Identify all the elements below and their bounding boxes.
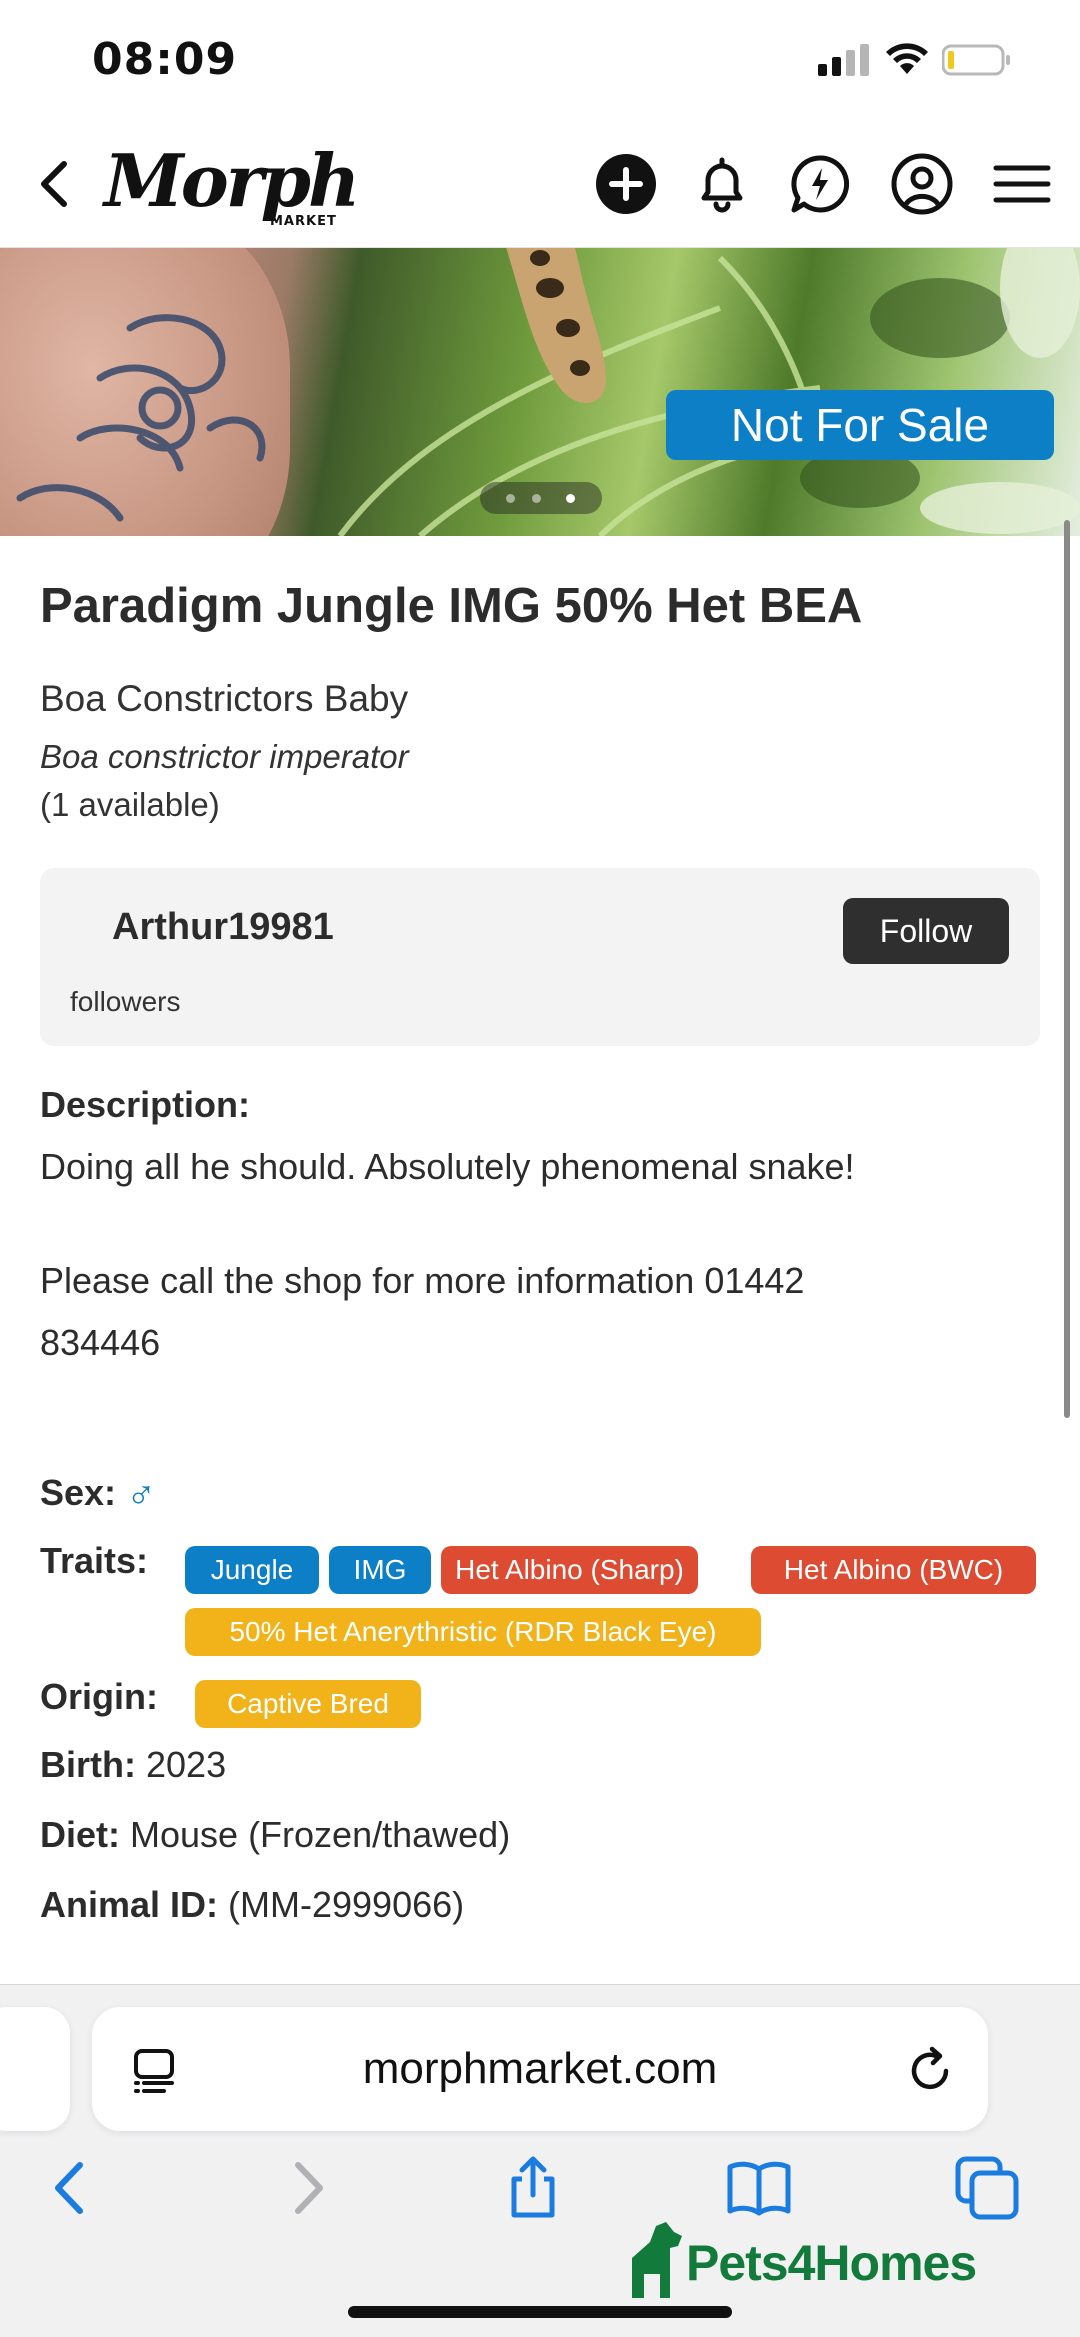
trait-tag[interactable]: Het Albino (Sharp) (441, 1546, 698, 1594)
diet-value: Mouse (Frozen/thawed) (130, 1814, 511, 1855)
listing-image-carousel[interactable]: Not For Sale (0, 248, 1080, 536)
morphmarket-logo[interactable]: Morph MARKET (104, 134, 360, 234)
birth-row: Birth: 2023 (40, 1744, 226, 1786)
pets4homes-logo-icon (632, 2222, 682, 2298)
traits-label-row: Traits: (40, 1540, 148, 1582)
diet-row: Diet: Mouse (Frozen/thawed) (40, 1814, 510, 1856)
carousel-dot[interactable] (506, 494, 515, 503)
status-time: 08:09 (92, 34, 238, 85)
description-line: Please call the shop for more informatio… (40, 1260, 805, 1301)
sex-label: Sex: (40, 1472, 117, 1513)
page-scrollbar[interactable] (1064, 520, 1070, 1418)
address-bar[interactable]: morphmarket.com (92, 2007, 988, 2131)
trait-tag[interactable]: Jungle (185, 1546, 319, 1594)
wifi-icon (886, 43, 928, 74)
browser-forward-icon[interactable] (274, 2155, 340, 2221)
hero-tattoo-illustration (16, 314, 266, 522)
description-label: Description: (40, 1084, 251, 1125)
not-for-sale-badge: Not For Sale (666, 390, 1054, 460)
animal-id-row: Animal ID: (MM-2999066) (40, 1884, 464, 1926)
add-listing-icon[interactable] (594, 152, 658, 216)
home-indicator[interactable] (348, 2306, 732, 2318)
follow-button[interactable]: Follow (843, 898, 1009, 964)
sex-row: Sex: ♂ (40, 1472, 156, 1517)
pets4homes-watermark: Pets4Homes (626, 2222, 1026, 2302)
description-phone[interactable]: 834446 (40, 1322, 160, 1364)
url-text[interactable]: morphmarket.com (92, 2007, 988, 2131)
status-bar: 08:09 (0, 0, 1080, 120)
diet-label: Diet: (40, 1814, 120, 1855)
back-arrow-icon[interactable] (30, 154, 80, 214)
reload-icon[interactable] (906, 2045, 958, 2097)
tabs-icon[interactable] (954, 2155, 1020, 2221)
cellular-signal-icon (818, 44, 869, 76)
bookmarks-icon[interactable] (726, 2155, 792, 2221)
logo-text: Morph (104, 138, 360, 223)
traits-label: Traits: (40, 1540, 149, 1581)
browser-back-icon[interactable] (38, 2155, 104, 2221)
seller-card: Arthur19981 followers Follow (40, 868, 1040, 1046)
hamburger-menu-icon[interactable] (990, 152, 1054, 216)
notifications-bell-icon[interactable] (690, 152, 754, 216)
watermark-text: Pets4Homes (686, 2235, 977, 2291)
trait-tag[interactable]: IMG (329, 1546, 431, 1594)
seller-followers: followers (70, 986, 181, 1017)
scientific-name: Boa constrictor imperator (40, 738, 409, 775)
carousel-dot-active[interactable] (566, 494, 575, 503)
carousel-indicator[interactable] (480, 482, 602, 514)
animal-id-label: Animal ID: (40, 1884, 219, 1925)
trait-tag[interactable]: 50% Het Anerythristic (RDR Black Eye) (185, 1608, 761, 1656)
app-header: Morph MARKET (0, 120, 1080, 248)
previous-tab-peek[interactable] (0, 2007, 70, 2131)
description-line: Doing all he should. Absolutely phenomen… (40, 1146, 855, 1187)
birth-label: Birth: (40, 1744, 136, 1785)
trait-tag[interactable]: Het Albino (BWC) (751, 1546, 1036, 1594)
origin-tag[interactable]: Captive Bred (195, 1680, 421, 1728)
availability-count: (1 available) (40, 786, 220, 823)
seller-name[interactable]: Arthur19981 (112, 906, 334, 949)
carousel-dot[interactable] (532, 494, 541, 503)
account-avatar-icon[interactable] (890, 152, 954, 216)
origin-row: Origin: (40, 1676, 158, 1718)
male-symbol-icon: ♂ (126, 1472, 157, 1516)
hero-snake-head (506, 248, 606, 403)
logo-subtext: MARKET (270, 214, 337, 229)
origin-label: Origin: (40, 1676, 158, 1717)
listing-category[interactable]: Boa Constrictors Baby (40, 678, 408, 720)
birth-value: 2023 (146, 1744, 227, 1785)
share-icon[interactable] (500, 2155, 566, 2221)
messenger-chat-icon[interactable] (788, 152, 852, 216)
battery-icon (942, 44, 1010, 76)
animal-id-value: (MM-2999066) (228, 1884, 465, 1925)
listing-title: Paradigm Jungle IMG 50% Het BEA (40, 579, 863, 633)
